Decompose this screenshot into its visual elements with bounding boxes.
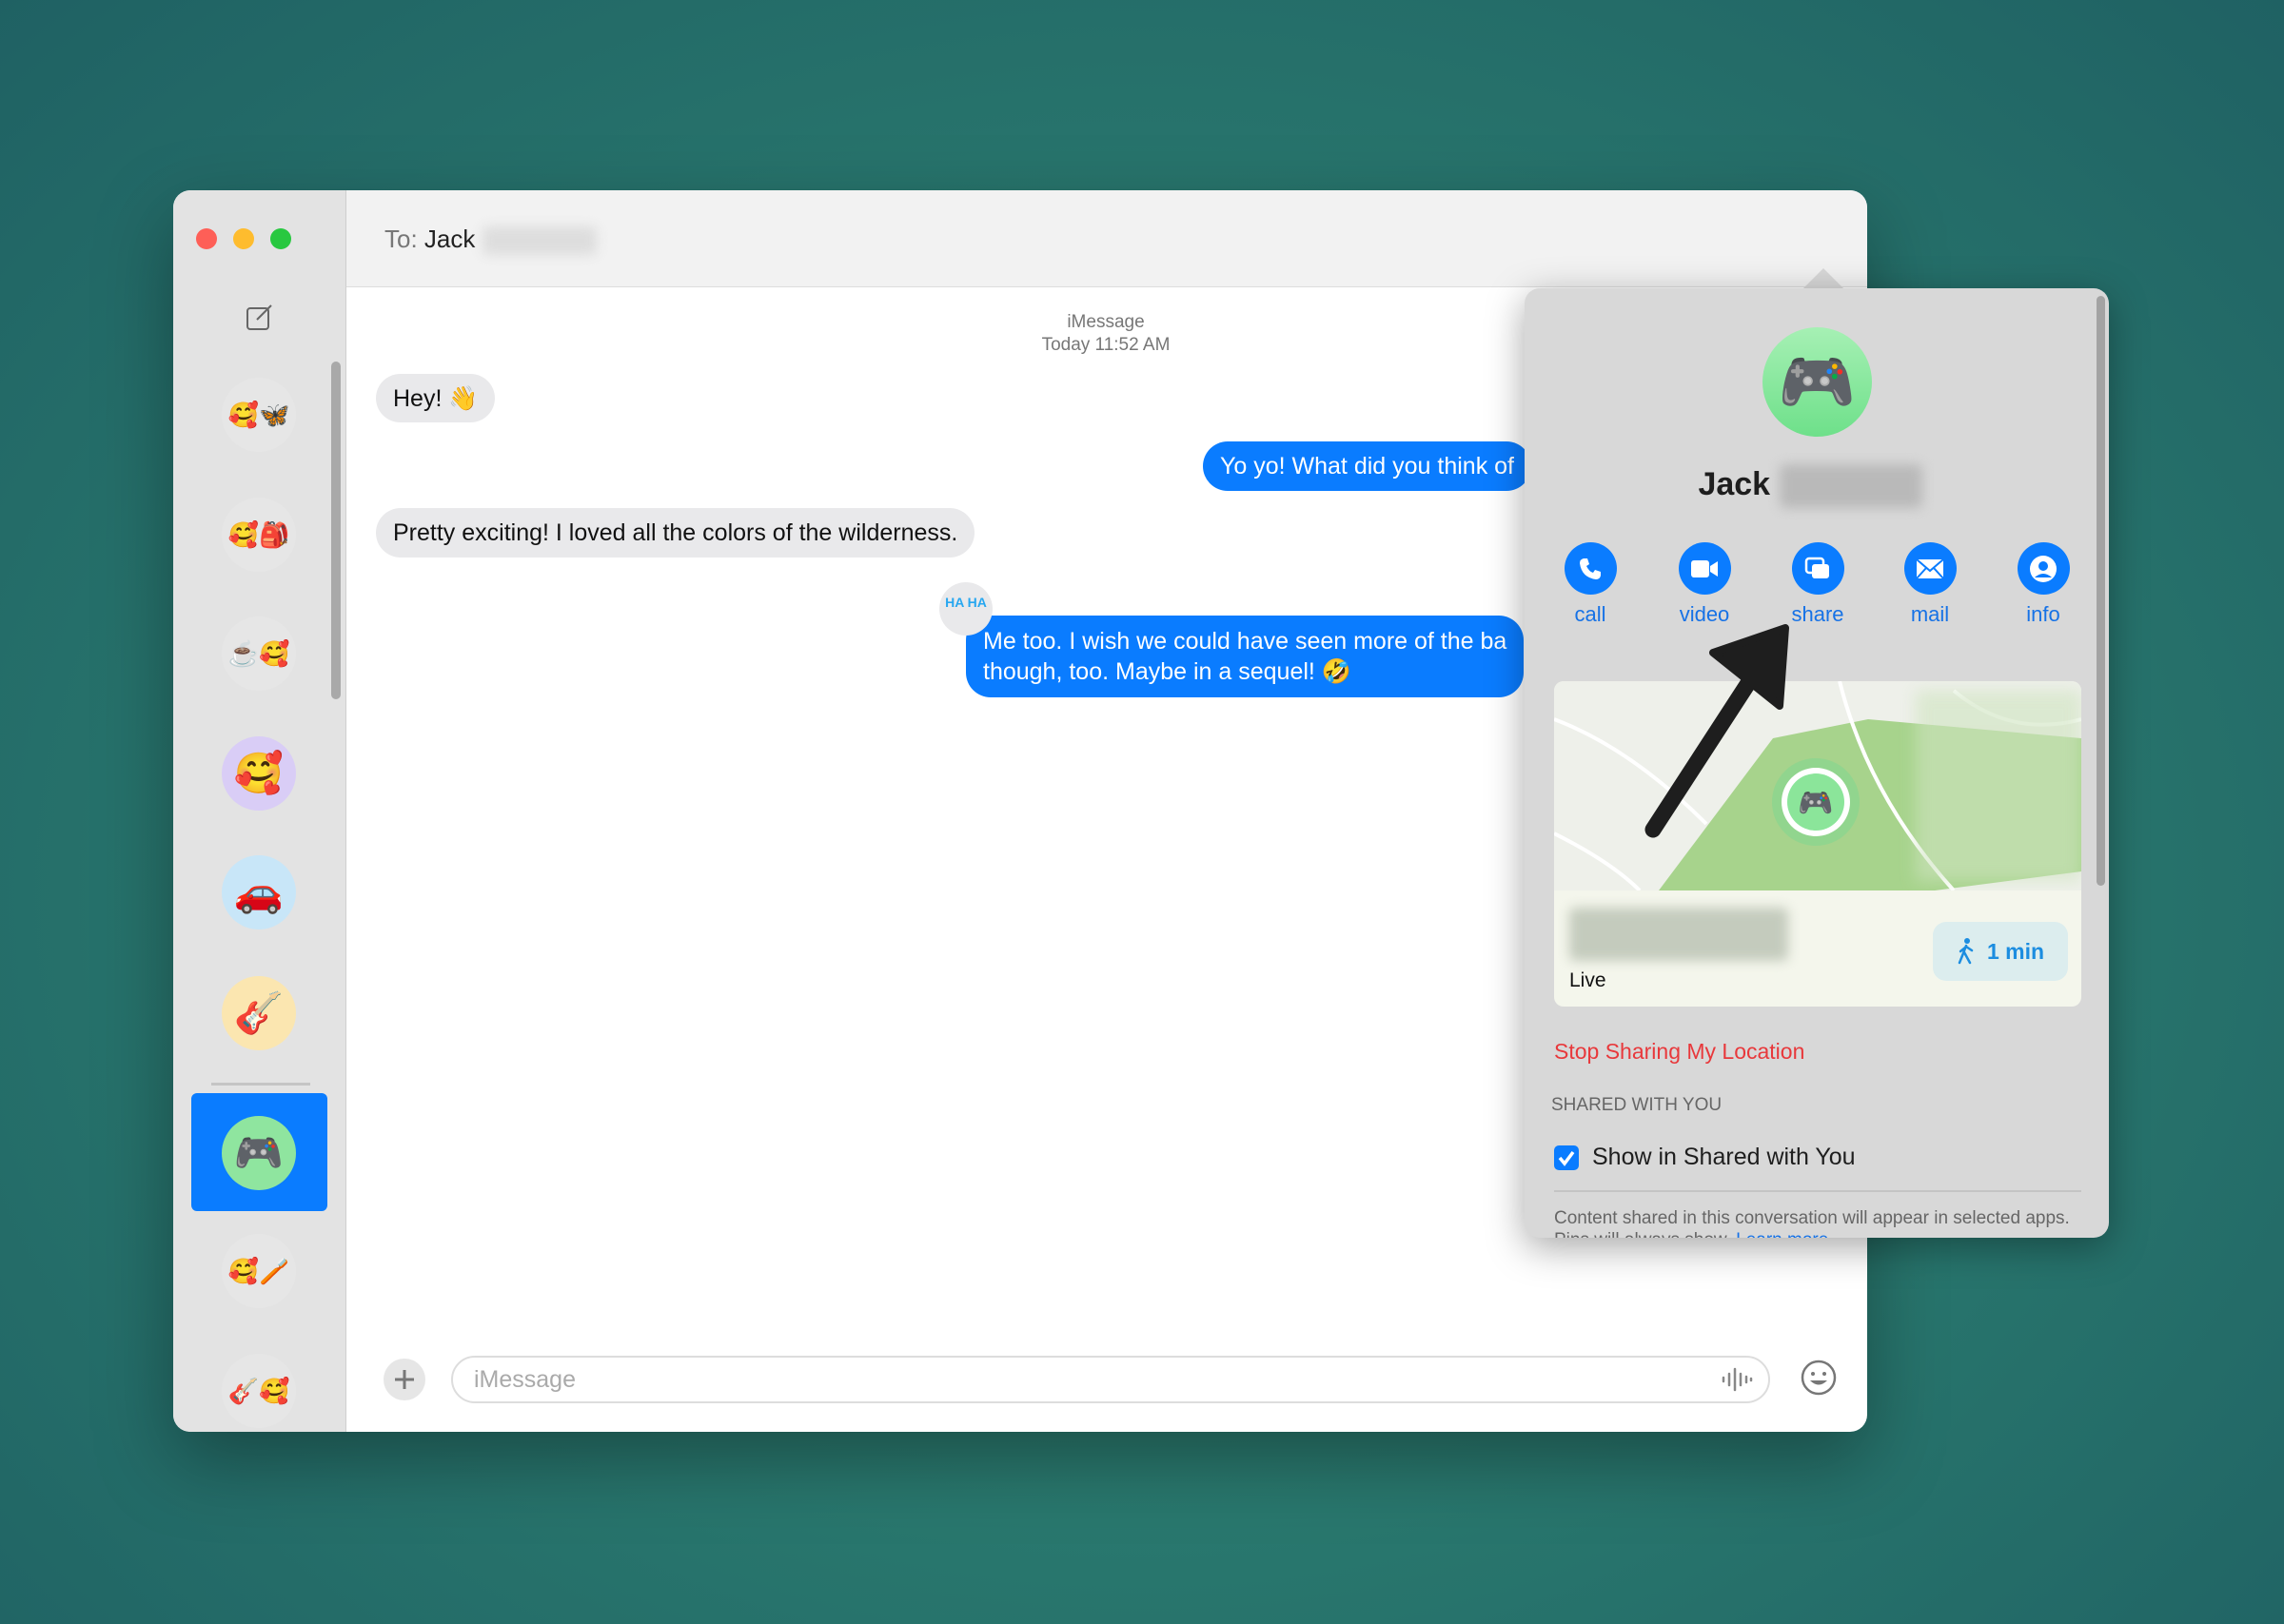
message-bubble-outgoing[interactable]: Yo yo! What did you think of (1203, 441, 1531, 491)
phone-icon (1580, 558, 1601, 579)
message-bubble-outgoing[interactable]: Me too. I wish we could have seen more o… (966, 616, 1525, 697)
action-label: info (2026, 602, 2060, 626)
conversation-avatar[interactable]: 🚗 (222, 855, 296, 929)
conversation-avatar[interactable]: 🎸 (222, 976, 296, 1050)
conversation-avatar[interactable]: ☕🥰 (222, 616, 296, 691)
show-in-shared-row[interactable]: Show in Shared with You (1554, 1144, 1856, 1171)
call-button[interactable]: call (1547, 542, 1633, 627)
conversation-avatar[interactable]: 🥰🪥 (222, 1234, 296, 1308)
redacted-address (1569, 908, 1788, 961)
compose-icon[interactable] (246, 303, 274, 331)
section-header: SHARED WITH YOU (1551, 1095, 1723, 1115)
contact-avatar: 🎮 (1762, 327, 1872, 437)
close-button[interactable] (196, 228, 217, 249)
walking-icon (1958, 938, 1974, 965)
conversation-avatar[interactable]: 🎸🥰 (222, 1354, 296, 1428)
video-button[interactable]: video (1662, 542, 1747, 627)
sidebar: 🥰🦋 🥰🎒 ☕🥰 🥰 🚗 🎸 🎮 🥰🪥 🎸🥰 (173, 190, 346, 1432)
video-icon (1691, 559, 1718, 577)
message-line: though, too. Maybe in a sequel! 🤣 (983, 658, 1351, 685)
conversation-avatar-jack[interactable]: 🎮 (222, 1116, 296, 1190)
contact-details-popover: 🎮 Jack call video share mail info 🎮 Live… (1525, 288, 2109, 1238)
contact-name-row: Jack (1525, 464, 2096, 508)
redacted-surname (482, 226, 597, 256)
service-label: iMessage (1067, 312, 1145, 332)
eta-label: 1 min (1986, 938, 2045, 964)
recipient-name: Jack (423, 225, 476, 253)
popover-arrow (1802, 268, 1844, 289)
popover-scrollbar[interactable] (2097, 296, 2105, 886)
live-status: Live (1569, 969, 1606, 991)
conversation-avatar[interactable]: 🥰🦋 (222, 378, 296, 452)
learn-more-link[interactable]: Learn more (1736, 1230, 1828, 1238)
message-bubble-incoming[interactable]: Hey! 👋 (376, 374, 496, 422)
action-label: mail (1910, 602, 1950, 626)
shared-footnote: Content shared in this conversation will… (1554, 1207, 2087, 1238)
message-line: Me too. I wish we could have seen more o… (983, 628, 1507, 655)
location-map[interactable]: 🎮 (1554, 681, 2081, 892)
stop-sharing-location-button[interactable]: Stop Sharing My Location (1554, 1039, 1804, 1065)
map-pin-avatar[interactable]: 🎮 (1798, 788, 1833, 819)
sidebar-scrollbar[interactable] (331, 362, 341, 699)
contact-name: Jack (1698, 465, 1771, 502)
emoji-icon[interactable] (1800, 1359, 1838, 1397)
message-input[interactable]: iMessage (451, 1356, 1770, 1403)
conversation-avatar[interactable]: 🥰🎒 (222, 498, 296, 572)
share-button[interactable]: share (1775, 542, 1861, 627)
location-card[interactable]: 🎮 Live 1 min (1554, 681, 2081, 1007)
haha-tapback[interactable]: HA HA (939, 582, 993, 636)
info-button[interactable]: info (2000, 542, 2086, 627)
to-label: To: (384, 225, 418, 253)
mail-icon (1916, 558, 1944, 579)
person-icon (2030, 555, 2057, 582)
recipient-field[interactable]: To: Jack (384, 225, 597, 256)
divider (1554, 1190, 2081, 1192)
conversation-avatar[interactable]: 🥰 (222, 736, 296, 811)
minimize-button[interactable] (233, 228, 254, 249)
mail-button[interactable]: mail (1887, 542, 1973, 627)
action-label: call (1574, 602, 1606, 626)
audio-waveform-icon[interactable] (1721, 1366, 1753, 1393)
walking-directions-button[interactable]: 1 min (1933, 922, 2068, 981)
message-bubble-incoming[interactable]: Pretty exciting! I loved all the colors … (376, 508, 975, 558)
action-label: share (1791, 602, 1844, 626)
checkbox-checked[interactable] (1554, 1145, 1579, 1170)
timestamp: Today 11:52 AM (1041, 335, 1171, 355)
conversation-header: To: Jack (346, 190, 1867, 287)
share-screen-icon (1804, 557, 1829, 578)
zoom-button[interactable] (270, 228, 291, 249)
action-label: video (1679, 602, 1730, 626)
plus-icon[interactable] (381, 1356, 428, 1403)
checkbox-label: Show in Shared with You (1592, 1144, 1856, 1170)
pinned-divider (211, 1083, 310, 1086)
redacted-surname (1779, 464, 1922, 508)
